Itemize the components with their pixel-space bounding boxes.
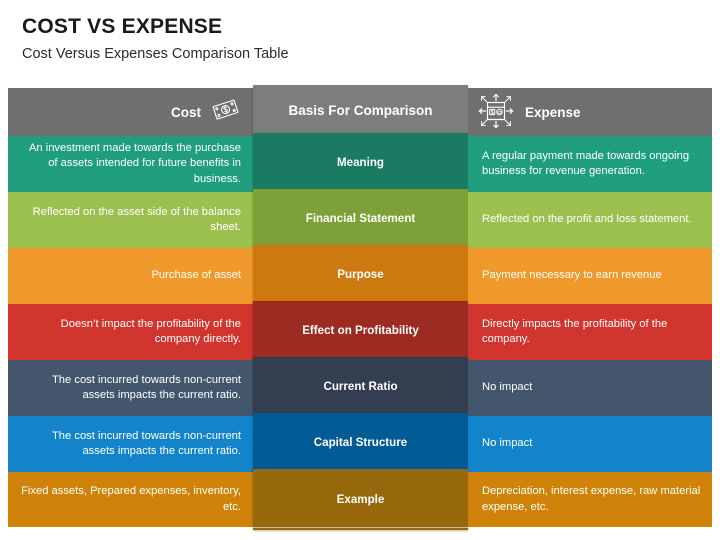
cell-expense: Reflected on the profit and loss stateme… bbox=[468, 192, 712, 248]
cell-cost: Doesn’t impact the profitability of the … bbox=[8, 304, 253, 360]
header-cell-expense: $ @ Expense bbox=[468, 88, 712, 136]
table-header-row: Cost Basis For Comparison $ @ Expense bbox=[8, 85, 712, 137]
cell-cost: Fixed assets, Prepared expenses, invento… bbox=[8, 472, 253, 527]
page-subtitle: Cost Versus Expenses Comparison Table bbox=[22, 46, 289, 62]
cell-basis: Example bbox=[253, 469, 468, 530]
header-label-basis: Basis For Comparison bbox=[288, 103, 433, 118]
table-row: Reflected on the asset side of the balan… bbox=[8, 189, 712, 249]
table-row: Doesn’t impact the profitability of the … bbox=[8, 301, 712, 361]
table-row: Fixed assets, Prepared expenses, invento… bbox=[8, 469, 712, 530]
expense-expand-icon: $ @ bbox=[476, 91, 516, 134]
comparison-table: Cost Basis For Comparison $ @ Expense An… bbox=[8, 85, 712, 530]
header-cell-basis: Basis For Comparison bbox=[253, 85, 468, 136]
table-row: Purchase of asset Purpose Payment necess… bbox=[8, 245, 712, 305]
cell-basis: Meaning bbox=[253, 133, 468, 192]
cell-basis: Current Ratio bbox=[253, 357, 468, 416]
svg-text:$: $ bbox=[491, 109, 494, 115]
cell-cost: Reflected on the asset side of the balan… bbox=[8, 192, 253, 248]
cell-expense: Depreciation, interest expense, raw mate… bbox=[468, 472, 712, 527]
cell-expense: A regular payment made towards ongoing b… bbox=[468, 136, 712, 192]
header-label-expense: Expense bbox=[525, 104, 581, 120]
cell-expense: Directly impacts the profitability of th… bbox=[468, 304, 712, 360]
cell-cost: An investment made towards the purchase … bbox=[8, 136, 253, 192]
cell-cost: Purchase of asset bbox=[8, 248, 253, 304]
cell-basis: Capital Structure bbox=[253, 413, 468, 472]
cell-cost: The cost incurred towards non-current as… bbox=[8, 416, 253, 472]
header-cell-cost: Cost bbox=[8, 88, 253, 136]
title-block: COST VS EXPENSE Cost Versus Expenses Com… bbox=[22, 14, 622, 65]
cell-expense: No impact bbox=[468, 416, 712, 472]
table-row: The cost incurred towards non-current as… bbox=[8, 413, 712, 473]
table-row: An investment made towards the purchase … bbox=[8, 133, 712, 193]
header-label-cost: Cost bbox=[171, 104, 201, 120]
cell-cost: The cost incurred towards non-current as… bbox=[8, 360, 253, 416]
table-row: The cost incurred towards non-current as… bbox=[8, 357, 712, 417]
page-title: COST VS EXPENSE bbox=[22, 15, 223, 38]
svg-text:@: @ bbox=[497, 109, 502, 114]
banknote-dollar-icon bbox=[211, 98, 241, 127]
cell-basis: Effect on Profitability bbox=[253, 301, 468, 360]
cell-basis: Purpose bbox=[253, 245, 468, 304]
cell-expense: Payment necessary to earn revenue bbox=[468, 248, 712, 304]
cell-basis: Financial Statement bbox=[253, 189, 468, 248]
cell-expense: No impact bbox=[468, 360, 712, 416]
slide-canvas: COST VS EXPENSE Cost Versus Expenses Com… bbox=[0, 0, 720, 540]
